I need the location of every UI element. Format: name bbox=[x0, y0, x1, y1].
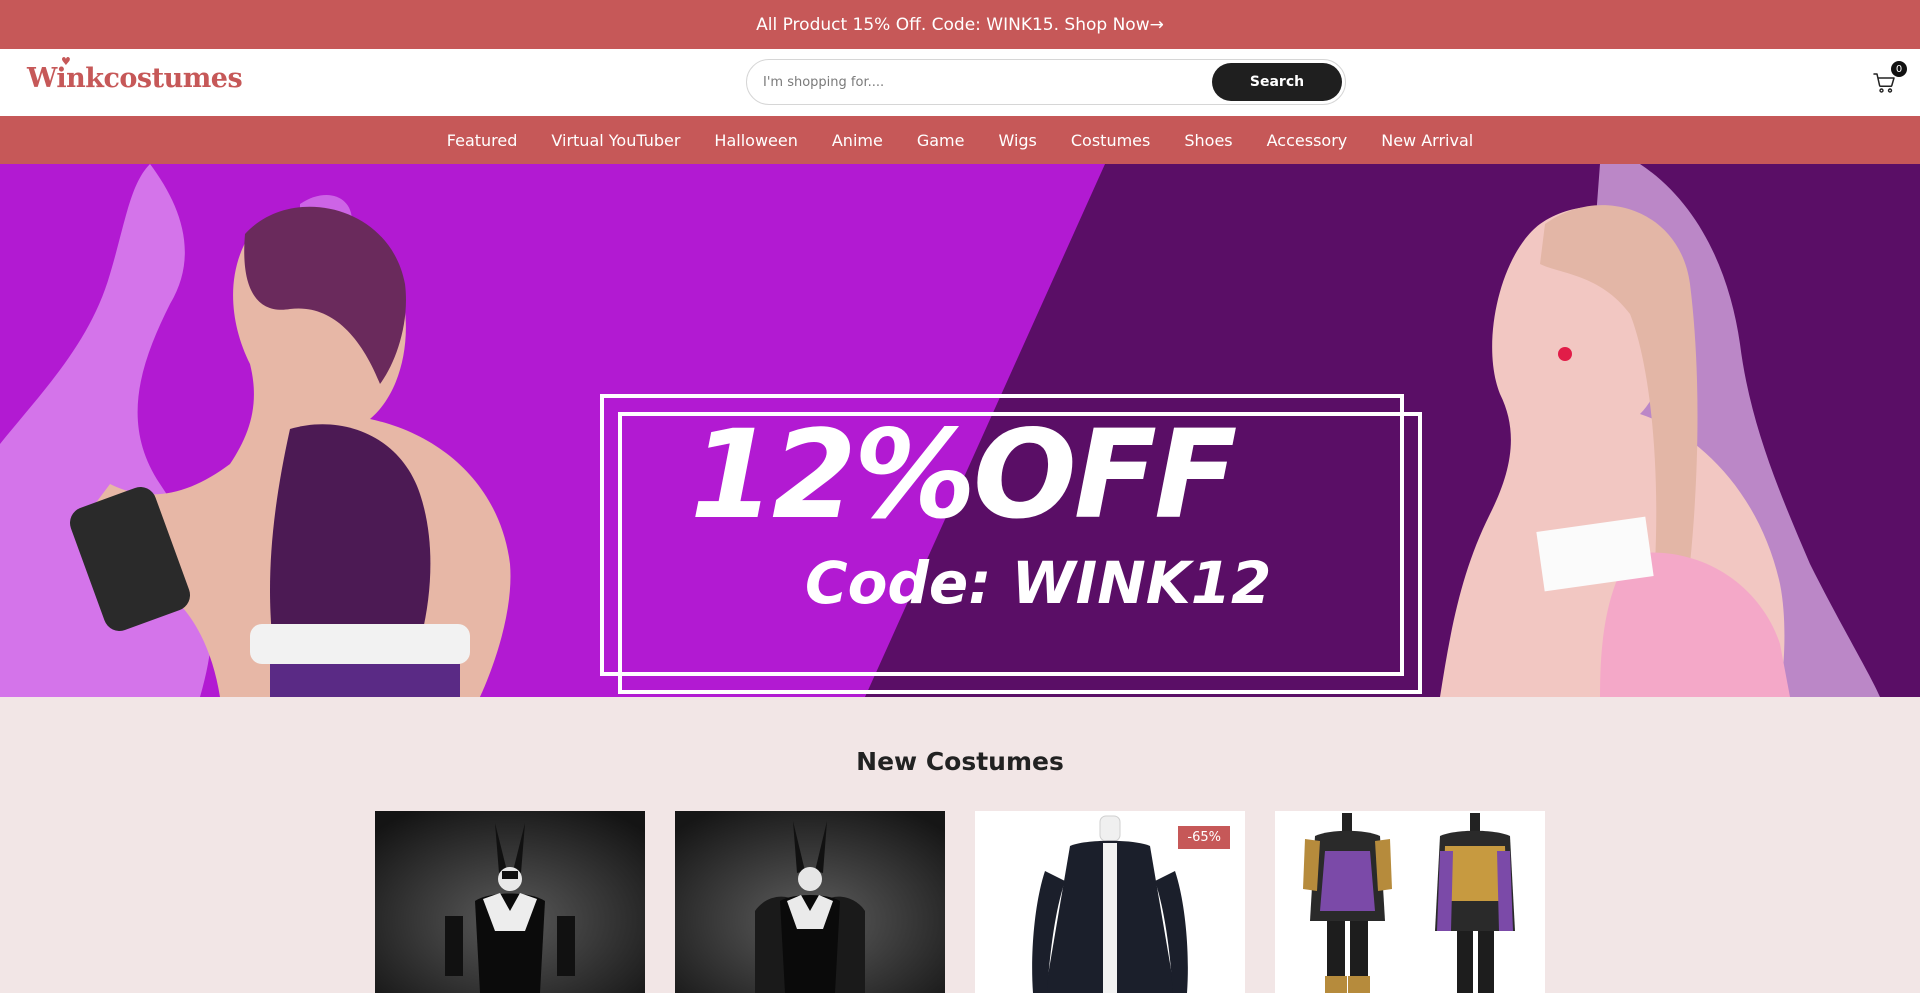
site-header: ♥ Winkcostumes Search 0 bbox=[0, 49, 1920, 116]
search-form: Search bbox=[746, 59, 1346, 105]
logo[interactable]: ♥ Winkcostumes bbox=[27, 55, 243, 94]
logo-text: Winkcostumes bbox=[27, 63, 243, 94]
announcement-link[interactable]: All Product 15% Off. Code: WINK15. Shop … bbox=[756, 15, 1164, 35]
discount-badge: -65% bbox=[1178, 826, 1230, 849]
nav-item-shoes[interactable]: Shoes bbox=[1184, 131, 1232, 150]
product-card[interactable] bbox=[375, 811, 645, 993]
product-card[interactable]: -65% bbox=[975, 811, 1245, 993]
product-card[interactable] bbox=[1275, 811, 1545, 993]
hero-banner[interactable]: 12%OFF Code: WINK12 bbox=[0, 164, 1920, 697]
promo-code: Code: WINK12 bbox=[805, 549, 1272, 617]
nav-item-virtual-youtuber[interactable]: Virtual YouTuber bbox=[551, 131, 680, 150]
product-image bbox=[375, 811, 645, 993]
cart-count-badge: 0 bbox=[1891, 61, 1907, 77]
product-image bbox=[675, 811, 945, 993]
nav-item-costumes[interactable]: Costumes bbox=[1071, 131, 1150, 150]
announcement-bar: All Product 15% Off. Code: WINK15. Shop … bbox=[0, 0, 1920, 49]
nav-item-halloween[interactable]: Halloween bbox=[714, 131, 797, 150]
nav-item-anime[interactable]: Anime bbox=[832, 131, 883, 150]
product-image bbox=[1275, 811, 1545, 993]
promo-title: 12%OFF bbox=[690, 404, 1237, 546]
main-nav: Featured Virtual YouTuber Halloween Anim… bbox=[0, 116, 1920, 164]
nav-item-new-arrival[interactable]: New Arrival bbox=[1381, 131, 1473, 150]
cart-button[interactable]: 0 bbox=[1873, 61, 1907, 96]
product-card[interactable] bbox=[675, 811, 945, 993]
nav-item-featured[interactable]: Featured bbox=[447, 131, 518, 150]
nav-item-game[interactable]: Game bbox=[917, 131, 965, 150]
section-title: New Costumes bbox=[856, 747, 1064, 776]
heart-icon: ♥ bbox=[61, 55, 71, 68]
nav-item-wigs[interactable]: Wigs bbox=[998, 131, 1036, 150]
promo-box: 12%OFF Code: WINK12 bbox=[600, 364, 1400, 654]
nav-item-accessory[interactable]: Accessory bbox=[1267, 131, 1348, 150]
search-button[interactable]: Search bbox=[1212, 63, 1342, 101]
